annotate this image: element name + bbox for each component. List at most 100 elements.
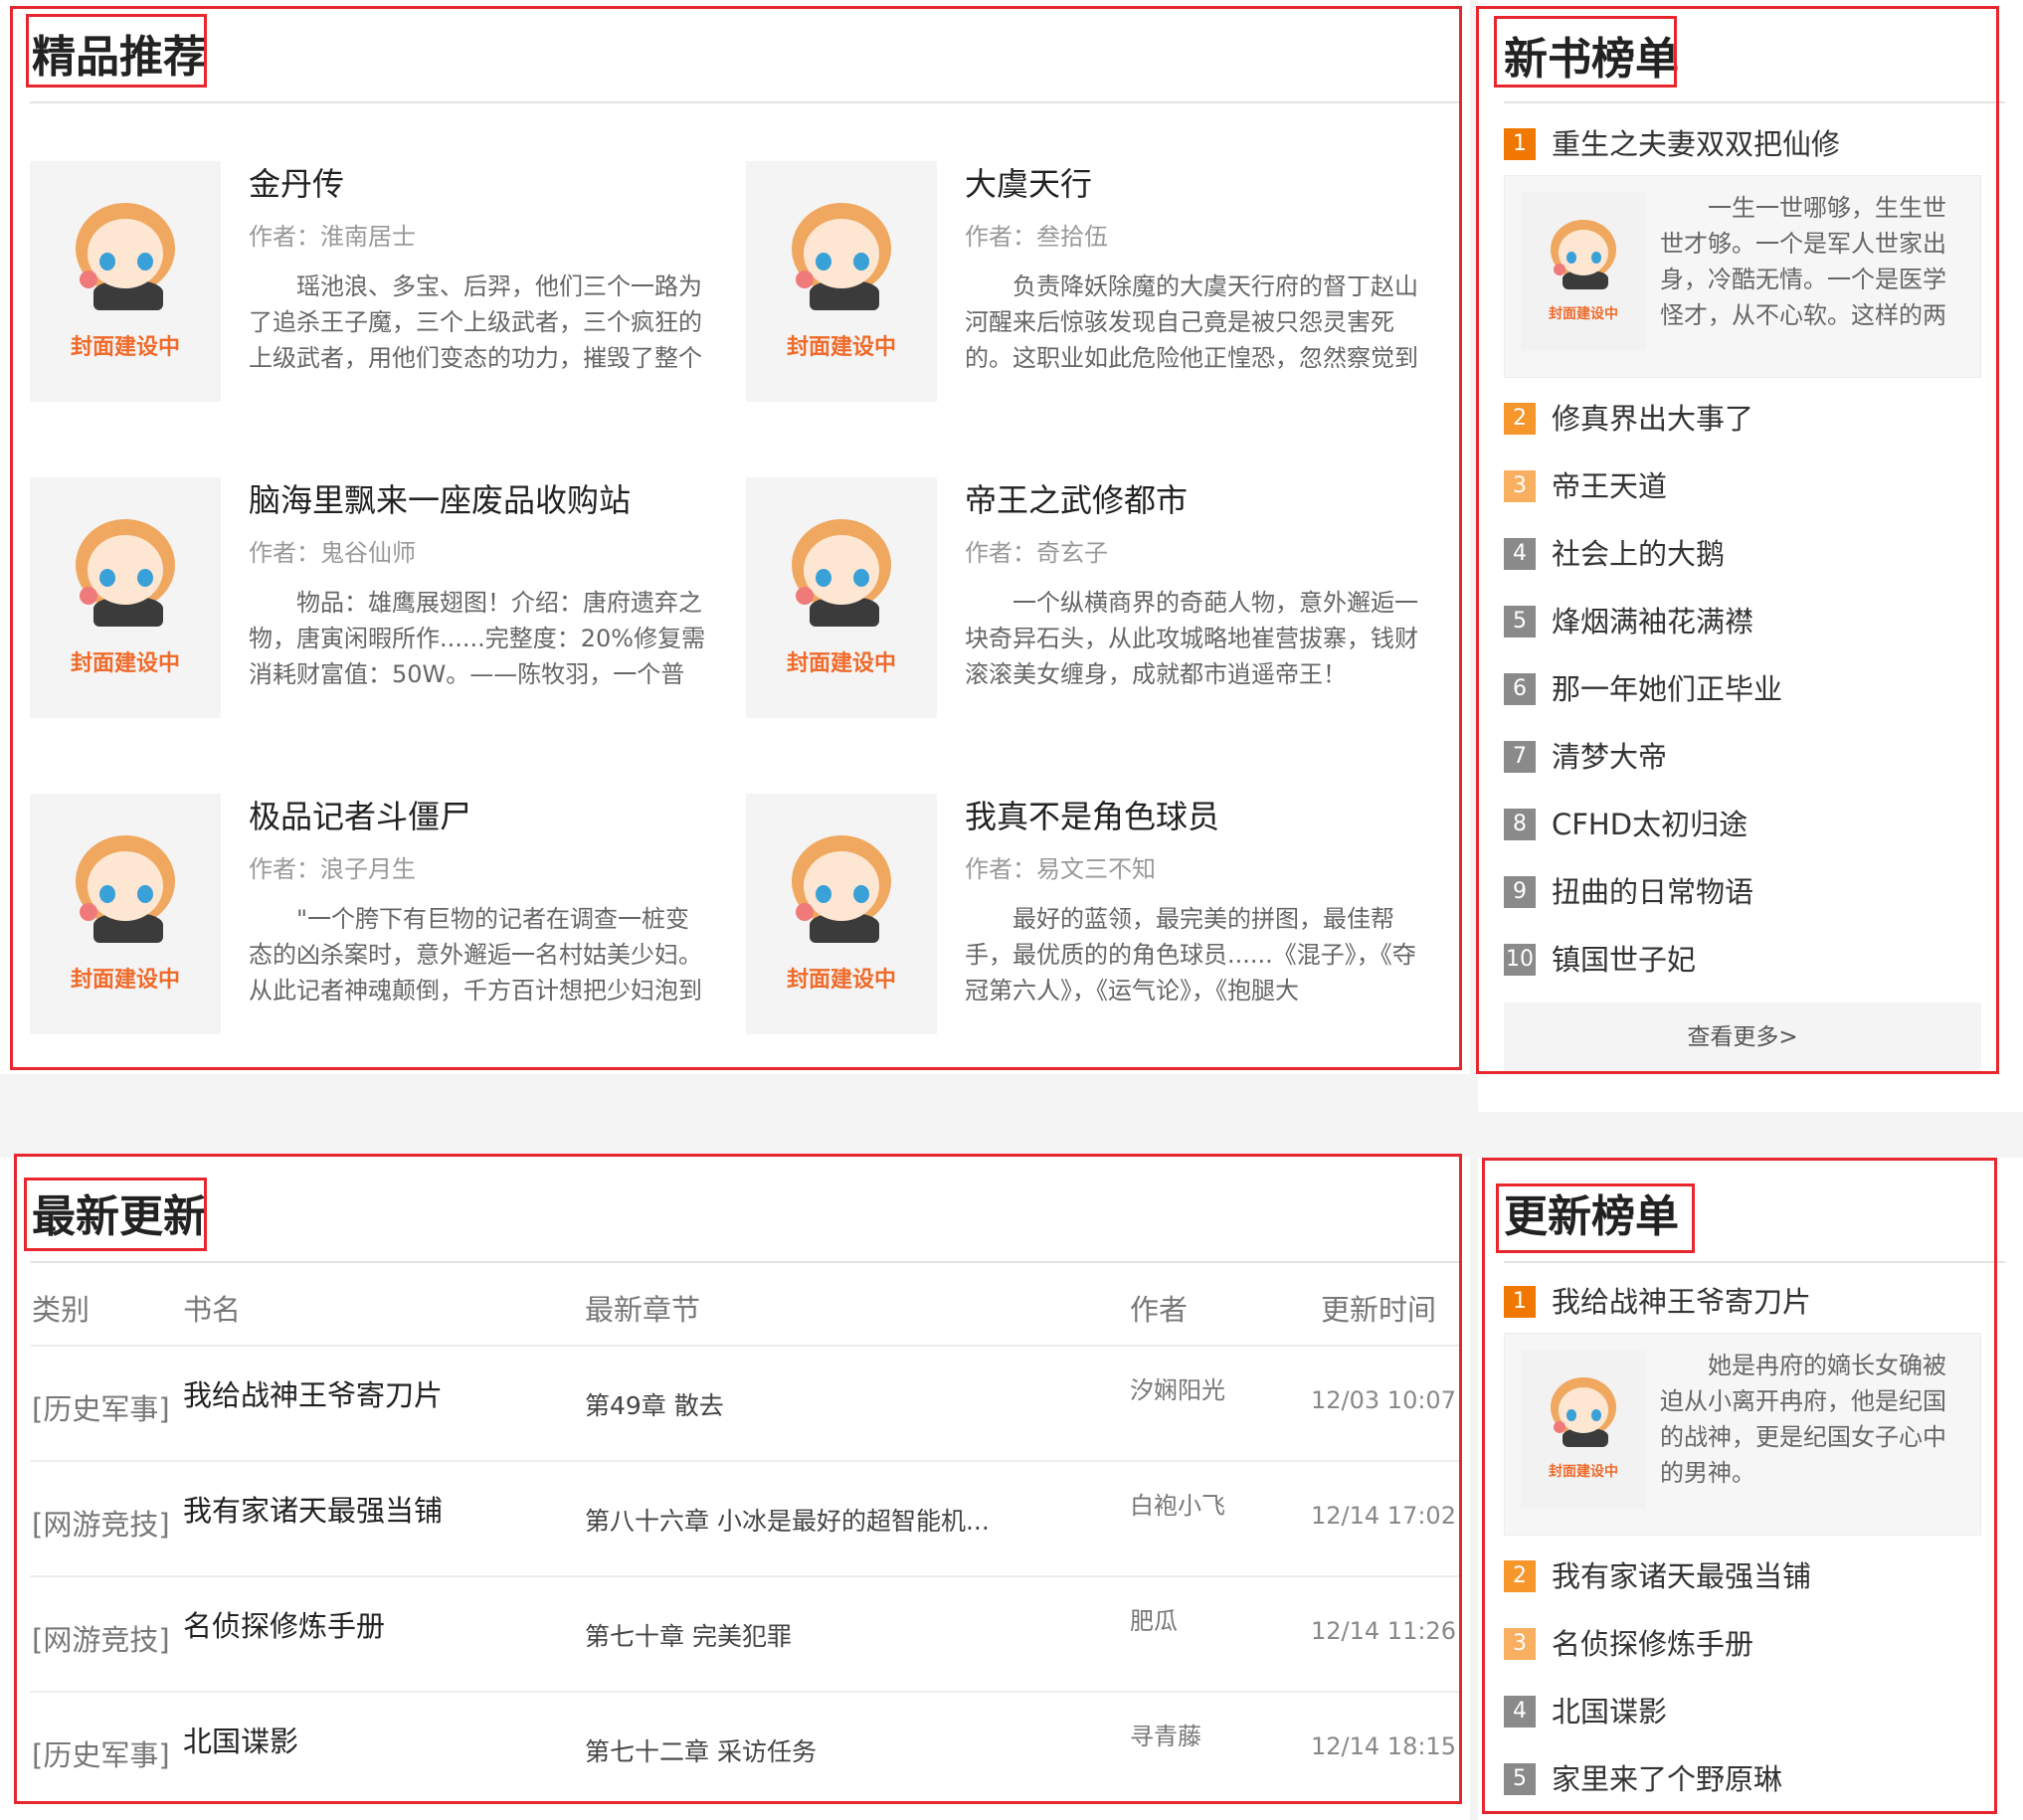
row-category[interactable]: [网游竞技] bbox=[32, 1502, 170, 1544]
header-book-name: 书名 bbox=[183, 1293, 242, 1327]
rank-number-badge: 5 bbox=[1504, 1763, 1536, 1795]
row-book-name[interactable]: 我有家诸天最强当铺 bbox=[183, 1488, 443, 1530]
rank-book-name[interactable]: 修真界出大事了 bbox=[1552, 400, 1753, 438]
book-title-link[interactable]: 金丹传 bbox=[249, 165, 344, 203]
row-book-name[interactable]: 名侦探修炼手册 bbox=[183, 1603, 385, 1645]
book-intro: 瑶池浪、多宝、后羿，他们三个一路为了追杀王子魔，三个上级武者，三个疯狂的上级武者… bbox=[249, 273, 702, 372]
flower-shape bbox=[796, 587, 814, 605]
rank-book-name[interactable]: 我有家诸天最强当铺 bbox=[1552, 1557, 1811, 1595]
book-author: 作者：淮南居士 bbox=[249, 223, 416, 251]
book-title-link[interactable]: 大虞天行 bbox=[965, 165, 1092, 203]
face-shape bbox=[1559, 1387, 1608, 1433]
rank-book-name[interactable]: 镇国世子妃 bbox=[1552, 941, 1696, 979]
row-latest-chapter[interactable]: 第七十章 完美犯罪 bbox=[585, 1617, 792, 1653]
rank-book-name[interactable]: 那一年她们正毕业 bbox=[1552, 670, 1782, 708]
rank-book-name[interactable]: 名侦探修炼手册 bbox=[1552, 1625, 1753, 1663]
row-author[interactable]: 汐娴阳光 bbox=[1130, 1370, 1225, 1405]
rank-top-book-card[interactable]: 封面建设中 她是冉府的嫡长女确被迫从小离开冉府，他是纪国的战神，更是纪国女子心中的… bbox=[1504, 1333, 1981, 1536]
rank-item-6[interactable]: 6 那一年她们正毕业 bbox=[1504, 670, 1981, 710]
cover-mascot-icon: 封面建设中 bbox=[30, 477, 221, 718]
book-cover[interactable]: 封面建设中 bbox=[746, 161, 937, 402]
rank-book-name[interactable]: 清梦大帝 bbox=[1552, 738, 1667, 776]
new-rank-title: 新书榜单 bbox=[1504, 34, 1679, 85]
cover-caption: 封面建设中 bbox=[786, 335, 896, 361]
rank-book-name[interactable]: 家里来了个野原琳 bbox=[1552, 1760, 1782, 1798]
rank-item-10[interactable]: 10 镇国世子妃 bbox=[1504, 941, 1981, 981]
book-cover[interactable]: 封面建设中 bbox=[30, 477, 221, 718]
face-shape bbox=[88, 851, 163, 921]
rank-item-5[interactable]: 5 家里来了个野原琳 bbox=[1504, 1760, 1981, 1800]
rank-item-2[interactable]: 2 修真界出大事了 bbox=[1504, 400, 1981, 440]
book-author: 作者：浪子月生 bbox=[249, 855, 416, 883]
flower-shape bbox=[796, 271, 814, 288]
rank-book-name[interactable]: 我给战神王爷寄刀片 bbox=[1552, 1283, 1811, 1321]
book-intro: 最好的蓝领，最完美的拼图，最佳帮手，最优质的的角色球员......《混子》，《夺… bbox=[965, 905, 1416, 1004]
rank-item-1[interactable]: 1 我给战神王爷寄刀片 bbox=[1504, 1283, 1981, 1323]
rank-book-name[interactable]: 重生之夫妻双双把仙修 bbox=[1552, 125, 1840, 163]
eye-left bbox=[816, 885, 831, 903]
row-latest-chapter[interactable]: 第八十六章 小冰是最好的超智能机... bbox=[585, 1502, 990, 1538]
featured-book-card[interactable]: 封面建设中 金丹传作者：淮南居士瑶池浪、多宝、后羿，他们三个一路为了追杀王子魔，三… bbox=[30, 161, 726, 402]
row-book-name[interactable]: 我给战神王爷寄刀片 bbox=[183, 1372, 443, 1414]
rank-item-8[interactable]: 8 CFHD太初归途 bbox=[1504, 806, 1981, 845]
book-author: 作者：奇玄子 bbox=[965, 539, 1108, 567]
featured-book-card[interactable]: 封面建设中 大虞天行 作者：叁拾伍 负责降妖除魔的大虞天行府的督丁赵山河醒来后惊骇发现… bbox=[746, 161, 1442, 402]
featured-book-card[interactable]: 封面建设中 帝王之武修都市 作者：奇玄子 一个纵横商界的奇葩人物，意外邂逅一块奇异石头… bbox=[746, 477, 1442, 718]
rank-book-name[interactable]: CFHD太初归途 bbox=[1552, 806, 1747, 843]
cover-caption: 封面建设中 bbox=[70, 968, 180, 994]
featured-book-card[interactable]: 封面建设中 极品记者斗僵尸 作者：浪子月生 "一个胯下有巨物的记者在调查一桩变态的凶杀… bbox=[30, 794, 726, 1034]
row-book-name[interactable]: 北国谍影 bbox=[183, 1719, 298, 1760]
rank-item-4[interactable]: 4 社会上的大鹅 bbox=[1504, 535, 1981, 575]
rank-item-3[interactable]: 3 帝王天道 bbox=[1504, 467, 1981, 507]
rank-number-badge: 2 bbox=[1504, 403, 1536, 435]
featured-book-card[interactable]: 封面建设中 我真不是角色球员 作者：易文三不知 最好的蓝领，最完美的拼图，最佳帮手，最… bbox=[746, 794, 1442, 1034]
latest-divider bbox=[30, 1261, 1462, 1263]
book-cover[interactable]: 封面建设中 bbox=[746, 477, 937, 718]
book-title-link[interactable]: 脑海里飘来一座废品收购站 bbox=[249, 481, 631, 519]
book-title-link[interactable]: 我真不是角色球员 bbox=[965, 798, 1219, 835]
flower-shape bbox=[796, 903, 814, 921]
row-latest-chapter[interactable]: 第49章 散去 bbox=[585, 1386, 724, 1422]
rank-book-name[interactable]: 帝王天道 bbox=[1552, 467, 1667, 505]
rank-book-name[interactable]: 扭曲的日常物语 bbox=[1552, 873, 1753, 911]
book-cover[interactable]: 封面建设中 bbox=[30, 794, 221, 1034]
view-more-button[interactable]: 查看更多> bbox=[1504, 1002, 1981, 1072]
book-title-link[interactable]: 帝王之武修都市 bbox=[965, 481, 1188, 519]
rank-top-cover[interactable]: 封面建设中 bbox=[1521, 1350, 1646, 1509]
face-shape bbox=[804, 535, 879, 605]
rank-book-name[interactable]: 北国谍影 bbox=[1552, 1693, 1667, 1730]
rank-top-cover[interactable]: 封面建设中 bbox=[1521, 192, 1646, 351]
flower-shape bbox=[80, 903, 97, 921]
rank-item-5[interactable]: 5 烽烟满袖花满襟 bbox=[1504, 603, 1981, 642]
row-category[interactable]: [网游竞技] bbox=[32, 1617, 170, 1659]
rank-number-badge: 2 bbox=[1504, 1560, 1536, 1592]
header-author: 作者 bbox=[1130, 1293, 1189, 1327]
row-update-time: 12/14 18:15 bbox=[1311, 1732, 1456, 1760]
row-author[interactable]: 白袍小飞 bbox=[1130, 1486, 1225, 1521]
row-category[interactable]: [历史军事] bbox=[32, 1732, 170, 1774]
eye-right bbox=[853, 885, 869, 903]
eye-right bbox=[853, 569, 869, 587]
rank-top-book-card[interactable]: 封面建设中 一生一世哪够，生生世世才够。一个是军人世家出身，冷酷无情。一个是医学怪… bbox=[1504, 175, 1981, 378]
row-latest-chapter[interactable]: 第七十二章 采访任务 bbox=[585, 1732, 817, 1768]
eye-right bbox=[137, 569, 153, 587]
rank-item-7[interactable]: 7 清梦大帝 bbox=[1504, 738, 1981, 778]
eye-left bbox=[816, 253, 831, 271]
rank-book-name[interactable]: 社会上的大鹅 bbox=[1552, 535, 1725, 573]
header-category: 类别 bbox=[32, 1293, 91, 1327]
row-author[interactable]: 寻青藤 bbox=[1130, 1717, 1201, 1751]
featured-book-card[interactable]: 封面建设中 脑海里飘来一座废品收购站 作者：鬼谷仙师 物品：雄鹰展翅图！介绍：唐府遗弃… bbox=[30, 477, 726, 718]
rank-book-name[interactable]: 烽烟满袖花满襟 bbox=[1552, 603, 1753, 640]
rank-number-badge: 6 bbox=[1504, 673, 1536, 705]
rank-item-4[interactable]: 4 北国谍影 bbox=[1504, 1693, 1981, 1732]
row-author[interactable]: 肥瓜 bbox=[1130, 1601, 1178, 1636]
row-category[interactable]: [历史军事] bbox=[32, 1386, 170, 1428]
book-title-link[interactable]: 极品记者斗僵尸 bbox=[249, 798, 471, 835]
book-cover[interactable]: 封面建设中 bbox=[30, 161, 221, 402]
rank-item-9[interactable]: 9 扭曲的日常物语 bbox=[1504, 873, 1981, 913]
book-cover[interactable]: 封面建设中 bbox=[746, 794, 937, 1034]
face-shape bbox=[804, 219, 879, 288]
rank-item-3[interactable]: 3 名侦探修炼手册 bbox=[1504, 1625, 1981, 1665]
rank-item-1[interactable]: 1 重生之夫妻双双把仙修 bbox=[1504, 125, 1981, 165]
rank-item-2[interactable]: 2 我有家诸天最强当铺 bbox=[1504, 1557, 1981, 1597]
